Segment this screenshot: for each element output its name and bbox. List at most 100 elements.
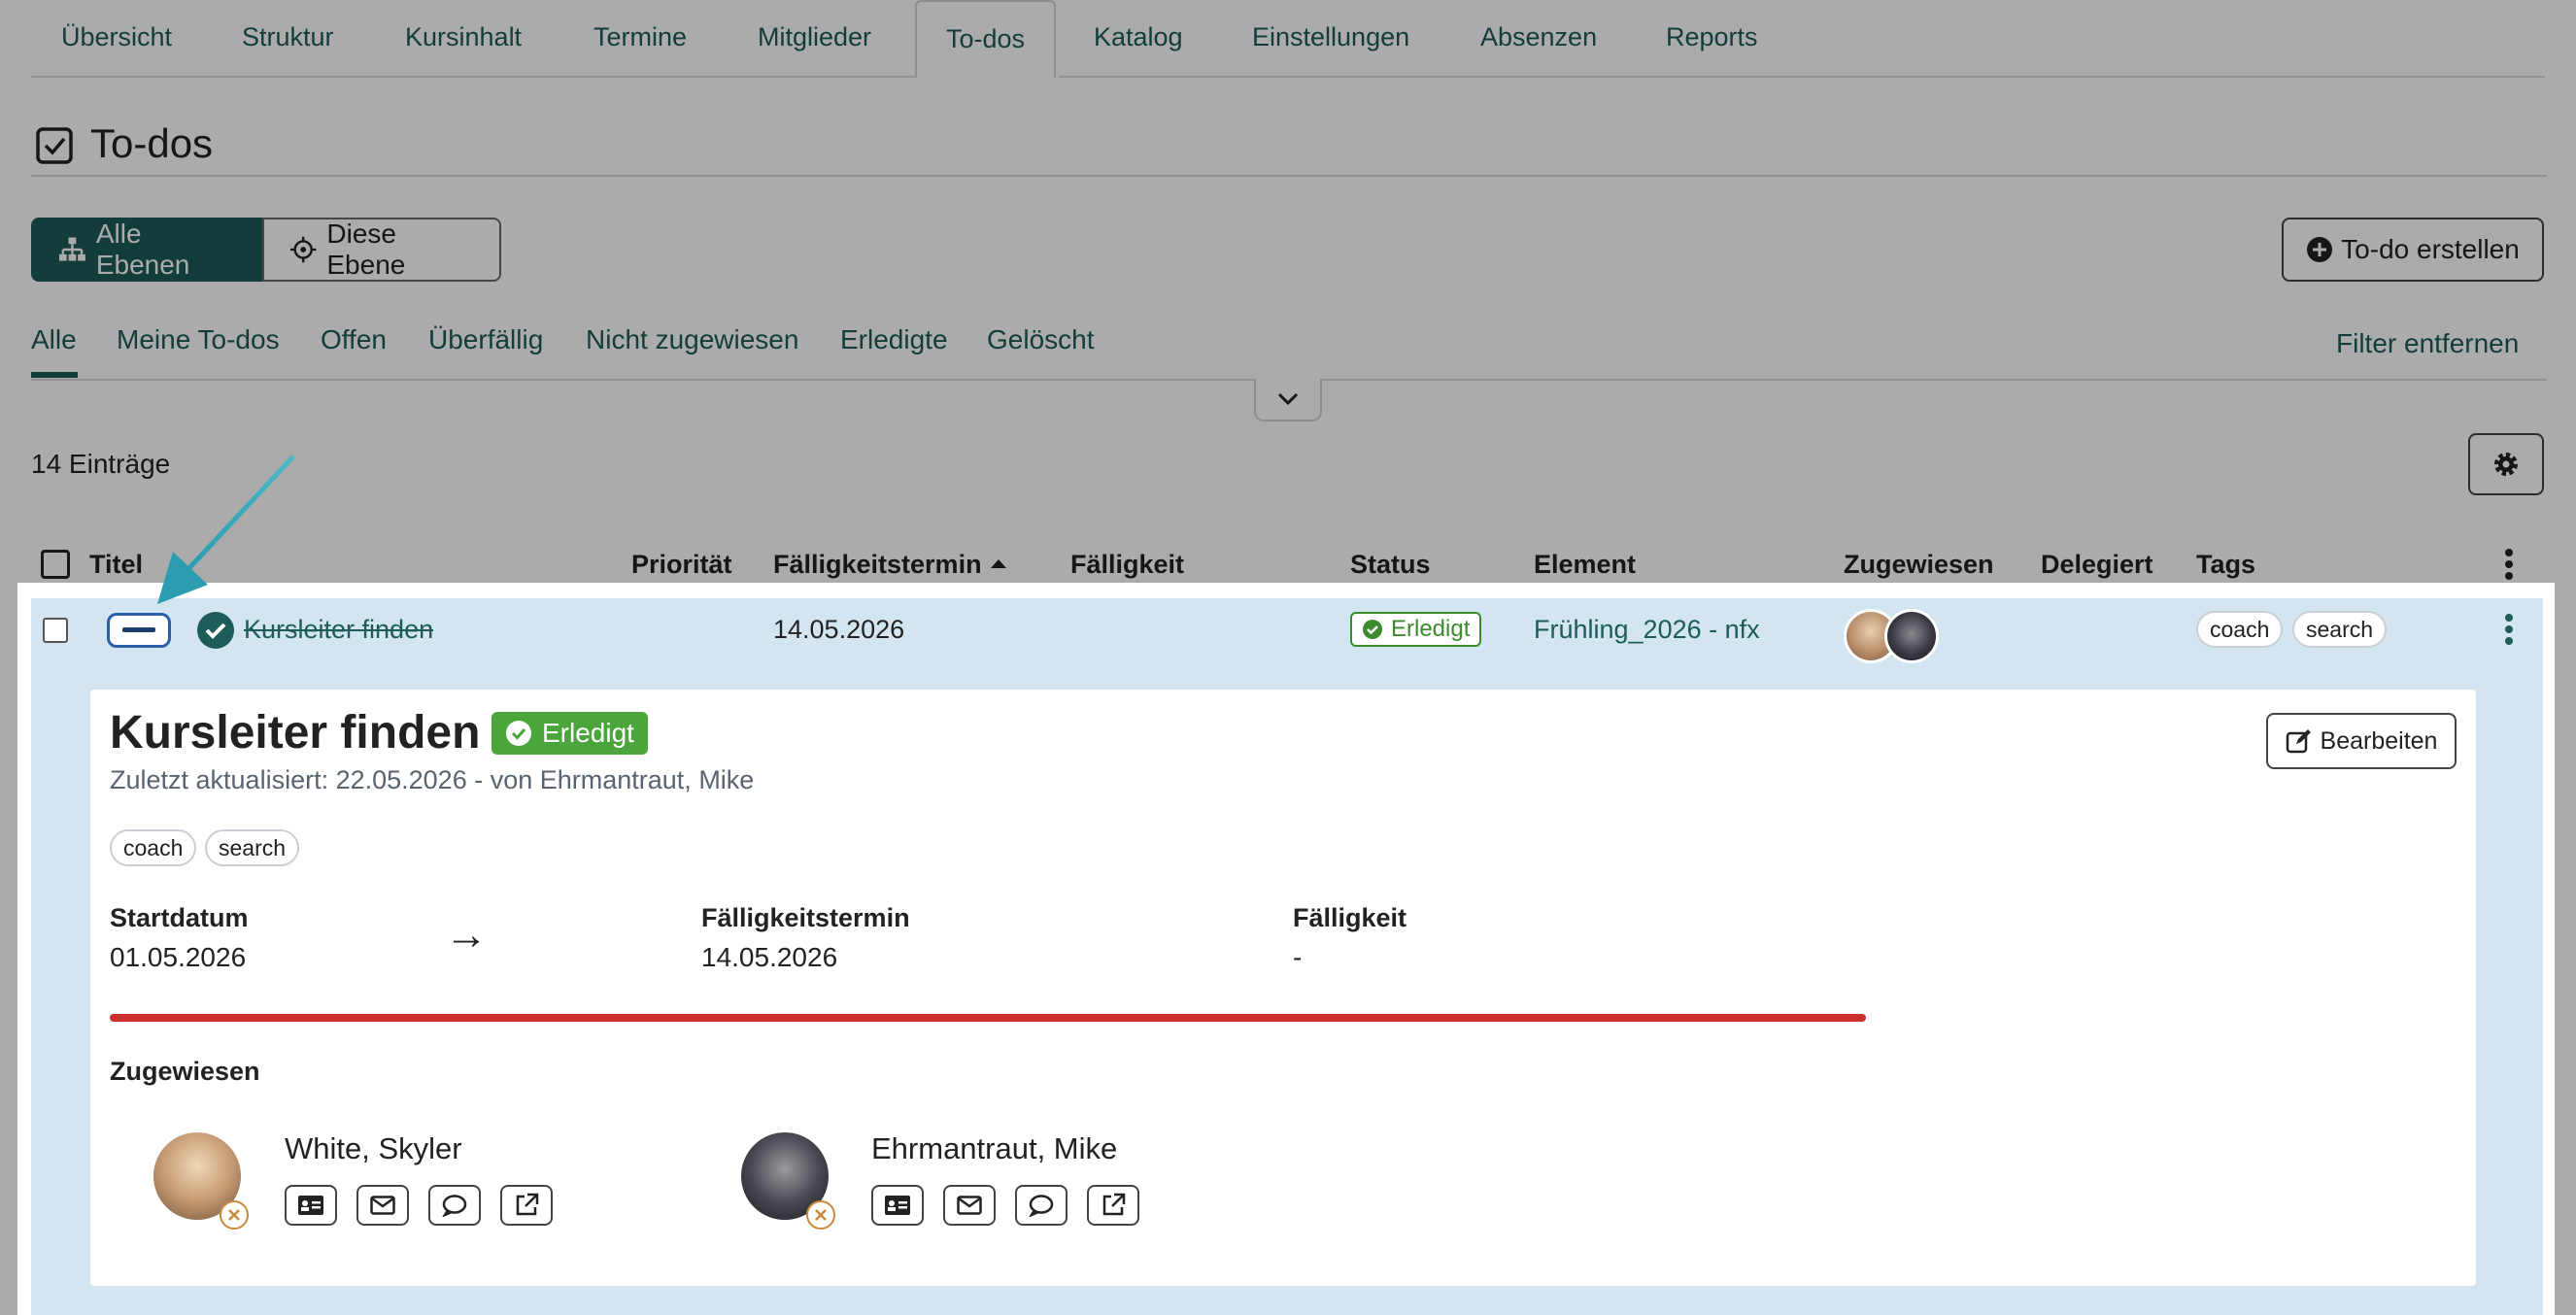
row-checkbox[interactable] <box>43 618 68 643</box>
page-title: To-dos <box>90 120 214 166</box>
active-filter-indicator <box>31 372 78 378</box>
col-delegated[interactable]: Delegiert <box>2041 550 2153 580</box>
filter-alle[interactable]: Alle <box>31 324 77 355</box>
envelope-icon <box>957 1196 982 1215</box>
external-link-button[interactable] <box>1087 1185 1139 1226</box>
remove-filter-link[interactable]: Filter entfernen <box>2336 328 2519 359</box>
filter-erledigte[interactable]: Erledigte <box>840 324 948 355</box>
row-tag-coach[interactable]: coach <box>2196 611 2284 648</box>
email-button[interactable] <box>356 1185 409 1226</box>
col-element[interactable]: Element <box>1534 550 1636 580</box>
dim-overlay-left <box>0 583 17 1315</box>
tab-katalog[interactable]: Katalog <box>1094 0 1183 78</box>
email-button[interactable] <box>943 1185 996 1226</box>
this-level-button[interactable]: Diese Ebene <box>262 218 501 282</box>
row-status-label: Erledigt <box>1391 616 1471 642</box>
gear-icon <box>2494 453 2518 476</box>
tab-kursinhalt[interactable]: Kursinhalt <box>405 0 522 78</box>
col-priority[interactable]: Priorität <box>631 550 732 580</box>
row-due-date: 14.05.2026 <box>773 615 905 644</box>
row-tag-search[interactable]: search <box>2292 611 2388 648</box>
plus-circle-icon <box>2307 237 2333 262</box>
page: Übersicht Struktur Kursinhalt Termine Mi… <box>0 0 2576 1315</box>
col-tags[interactable]: Tags <box>2196 550 2255 580</box>
col-status[interactable]: Status <box>1350 550 1431 580</box>
person-name-white-skyler: White, Skyler <box>285 1131 462 1165</box>
external-link-icon <box>516 1193 539 1216</box>
crosshair-icon <box>289 236 317 263</box>
assigned-label: Zugewiesen <box>110 1057 260 1086</box>
tab-termine[interactable]: Termine <box>593 0 687 78</box>
sitemap-icon <box>58 237 85 261</box>
tab-mitglieder[interactable]: Mitglieder <box>758 0 871 78</box>
tab-todos[interactable]: To-dos <box>915 0 1057 78</box>
start-date-value: 01.05.2026 <box>110 942 247 972</box>
vcard-icon <box>885 1196 910 1215</box>
row-element-link[interactable]: Frühling_2026 - nfx <box>1534 615 1760 645</box>
col-assigned[interactable]: Zugewiesen <box>1844 550 1994 580</box>
tabs-baseline-left <box>31 76 915 78</box>
create-todo-label: To-do erstellen <box>2341 234 2520 264</box>
col-due[interactable]: Fälligkeit <box>1070 550 1184 580</box>
chevron-down-icon <box>1277 392 1299 406</box>
sort-asc-icon <box>989 556 1008 575</box>
tab-uebersicht[interactable]: Übersicht <box>61 0 172 78</box>
col-due-date[interactable]: Fälligkeitstermin <box>773 550 982 580</box>
col-title[interactable]: Titel <box>89 550 143 580</box>
filter-meine-todos[interactable]: Meine To-dos <box>117 324 280 355</box>
due-date-value: 14.05.2026 <box>701 942 838 972</box>
detail-status-badge: Erledigt <box>491 712 648 755</box>
detail-status-label: Erledigt <box>542 718 634 748</box>
dim-overlay-right <box>2555 583 2576 1315</box>
column-menu-icon[interactable] <box>2504 548 2514 586</box>
due-date-label: Fälligkeitstermin <box>701 903 910 932</box>
tabs-baseline-right <box>1059 76 2545 78</box>
external-link-button[interactable] <box>500 1185 553 1226</box>
title-divider <box>31 175 2547 177</box>
detail-tag-coach[interactable]: coach <box>110 829 197 866</box>
check-circle-icon <box>506 721 531 746</box>
filter-nicht-zugewiesen[interactable]: Nicht zugewiesen <box>586 324 798 355</box>
detail-tag-search[interactable]: search <box>205 829 300 866</box>
status-offline-icon <box>220 1200 249 1230</box>
tab-struktur[interactable]: Struktur <box>242 0 334 78</box>
vcard-icon <box>298 1196 323 1215</box>
due-value: - <box>1293 942 1303 972</box>
dim-overlay-top <box>0 0 2576 583</box>
all-levels-label: Alle Ebenen <box>95 219 190 280</box>
vcard-button[interactable] <box>871 1185 924 1226</box>
envelope-icon <box>370 1196 395 1215</box>
all-levels-button[interactable]: Alle Ebenen <box>31 218 264 282</box>
tab-reports[interactable]: Reports <box>1666 0 1758 78</box>
detail-title: Kursleiter finden <box>110 707 481 759</box>
expand-filters-toggle[interactable] <box>1254 379 1322 421</box>
checkbox-square-icon <box>35 126 74 165</box>
filter-geloescht[interactable]: Gelöscht <box>987 324 1095 355</box>
chat-bubble-icon <box>1029 1195 1054 1217</box>
filter-ueberfaellig[interactable]: Überfällig <box>428 324 543 355</box>
annotation-arrow-icon <box>157 455 295 604</box>
vcard-button[interactable] <box>285 1185 337 1226</box>
row-menu-icon[interactable] <box>2504 614 2514 650</box>
start-date-label: Startdatum <box>110 903 249 932</box>
status-offline-icon <box>806 1200 835 1230</box>
detail-updated: Zuletzt aktualisiert: 22.05.2026 - von E… <box>110 765 755 794</box>
filter-offen[interactable]: Offen <box>321 324 387 355</box>
chat-button[interactable] <box>428 1185 481 1226</box>
table-settings-button[interactable] <box>2468 433 2544 495</box>
edit-label: Bearbeiten <box>2320 726 2438 755</box>
check-circle-icon <box>1363 620 1382 639</box>
edit-button[interactable]: Bearbeiten <box>2266 713 2457 769</box>
select-all-checkbox[interactable] <box>41 550 70 579</box>
due-label: Fälligkeit <box>1293 903 1407 932</box>
external-link-icon <box>1102 1193 1126 1216</box>
row-avatar-ehrmantraut-mike[interactable] <box>1884 609 1939 663</box>
tab-absenzen[interactable]: Absenzen <box>1480 0 1597 78</box>
row-status-badge: Erledigt <box>1350 612 1482 647</box>
tab-einstellungen[interactable]: Einstellungen <box>1252 0 1409 78</box>
minus-icon <box>122 627 155 632</box>
chat-button[interactable] <box>1015 1185 1068 1226</box>
progress-fill <box>110 1014 1866 1022</box>
arrow-right-icon: → <box>445 911 488 959</box>
create-todo-button[interactable]: To-do erstellen <box>2282 218 2544 282</box>
